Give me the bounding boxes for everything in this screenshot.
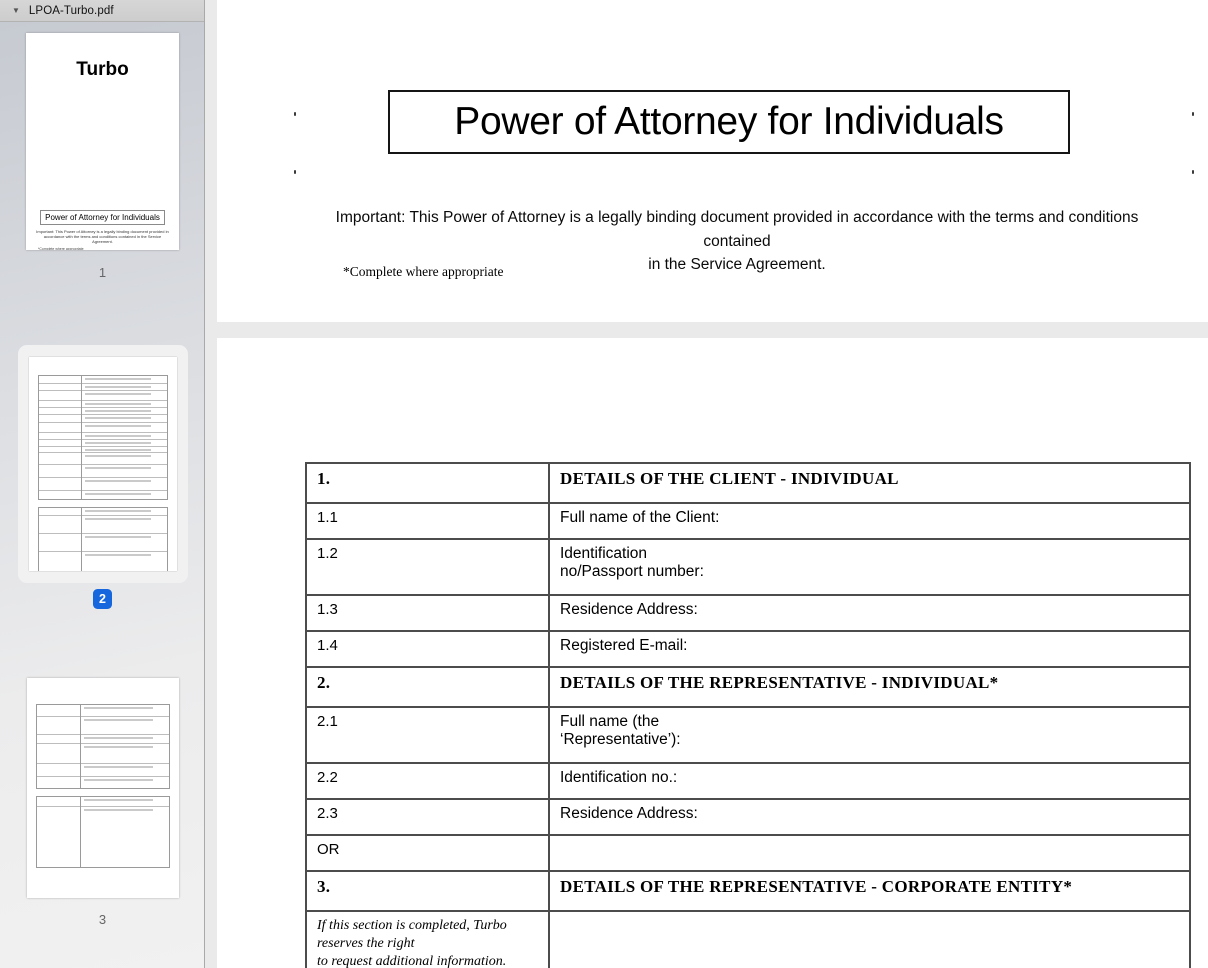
details-table: 1.DETAILS OF THE CLIENT - INDIVIDUAL1.1F… [305, 462, 1191, 968]
row-number-cell: If this section is completed, Turbo rese… [306, 911, 549, 968]
thumbnail-mini-row [39, 378, 167, 384]
thumb-brand-text: Turbo [26, 59, 179, 81]
table-row: OR [306, 835, 1190, 871]
row-label-cell: Identification no/Passport number: [549, 539, 1190, 595]
table-row: 2.2Identification no.: [306, 763, 1190, 799]
thumb-title-box: Power of Attorney for Individuals [26, 207, 179, 225]
table-row: 2.3Residence Address: [306, 799, 1190, 835]
table-row: 1.1Full name of the Client: [306, 503, 1190, 539]
document-title: LPOA-Turbo.pdf [29, 5, 114, 17]
table-row: 2.1Full name (the ‘Representative’): [306, 707, 1190, 763]
table-row: If this section is completed, Turbo rese… [306, 911, 1190, 968]
row-label-cell: Residence Address: [549, 595, 1190, 631]
table-row: 3.DETAILS OF THE REPRESENTATIVE - CORPOR… [306, 871, 1190, 911]
row-number-cell: 3. [306, 871, 549, 911]
row-label-cell [549, 911, 1190, 968]
row-number-cell: 2.2 [306, 763, 549, 799]
thumbnail-mini-row [39, 403, 167, 408]
thumbnail-mini-row [39, 467, 167, 478]
stray-mark [1192, 170, 1194, 174]
thumbnail-mini-table [38, 375, 168, 500]
thumbnails-sidebar: ▼ LPOA-Turbo.pdf Turbo Power of Attorney… [0, 0, 205, 968]
disclosure-triangle-icon[interactable]: ▼ [12, 6, 20, 15]
table-row: 1.4Registered E-mail: [306, 631, 1190, 667]
complete-where-appropriate-note: *Complete where appropriate [343, 264, 503, 280]
thumbnail-mini-row [39, 455, 167, 465]
thumbnail-mini-row [39, 386, 167, 391]
thumbnail-mini-row [39, 480, 167, 491]
thumbnail-mini-row [39, 417, 167, 423]
row-number-cell: 2.1 [306, 707, 549, 763]
row-label-cell: Registered E-mail: [549, 631, 1190, 667]
page-2-thumbnail[interactable] [29, 357, 177, 571]
stray-mark [294, 112, 296, 116]
thumbnail-mini-row [37, 779, 169, 788]
row-label-cell: Full name (the ‘Representative’): [549, 707, 1190, 763]
thumb-important-text: Important: This Power of Attorney is a l… [36, 229, 170, 244]
page-3-thumbnail-group: 3 [0, 678, 205, 927]
pdf-page-1[interactable]: Power of Attorney for Individuals Import… [217, 0, 1208, 322]
row-number-cell: 1.4 [306, 631, 549, 667]
thumb-title-text: Power of Attorney for Individuals [40, 210, 165, 225]
thumbnail-mini-row [39, 536, 167, 552]
row-label-cell: Residence Address: [549, 799, 1190, 835]
page-1-thumbnail[interactable]: Turbo Power of Attorney for Individuals … [26, 33, 179, 250]
thumbnail-mini-table [36, 796, 170, 868]
row-label-cell: DETAILS OF THE REPRESENTATIVE - INDIVIDU… [549, 667, 1190, 707]
row-label-cell: Full name of the Client: [549, 503, 1190, 539]
thumb-note-text: *Complete where appropriate [38, 247, 179, 250]
row-number-cell: 1.2 [306, 539, 549, 595]
thumbnail-mini-row [39, 510, 167, 516]
pdf-page-2[interactable]: 1.DETAILS OF THE CLIENT - INDIVIDUAL1.1F… [217, 338, 1208, 968]
page-2-thumbnail-group: 2 [0, 345, 205, 609]
row-label-cell [549, 835, 1190, 871]
thumbnail-mini-row [37, 719, 169, 735]
table-row: 1.DETAILS OF THE CLIENT - INDIVIDUAL [306, 463, 1190, 503]
row-number-cell: 2. [306, 667, 549, 707]
page-3-thumbnail[interactable] [27, 678, 179, 898]
thumbnail-mini-row [39, 410, 167, 415]
page-number-label: 3 [0, 912, 205, 927]
document-title-box: Power of Attorney for Individuals [388, 90, 1070, 154]
row-number-cell: 2.3 [306, 799, 549, 835]
row-number-cell: 1.1 [306, 503, 549, 539]
document-main-title: Power of Attorney for Individuals [454, 100, 1003, 143]
table-row: 1.3Residence Address: [306, 595, 1190, 631]
selected-thumbnail-highlight [18, 345, 188, 583]
thumbnail-mini-row [37, 809, 169, 867]
page-1-thumbnail-group: Turbo Power of Attorney for Individuals … [0, 33, 205, 280]
row-label-cell: DETAILS OF THE CLIENT - INDIVIDUAL [549, 463, 1190, 503]
pdf-viewer-window: ▼ LPOA-Turbo.pdf Turbo Power of Attorney… [0, 0, 1208, 968]
thumbnail-mini-row [39, 442, 167, 447]
thumbnail-mini-row [39, 435, 167, 440]
thumbnail-mini-table [36, 704, 170, 789]
selected-page-number-badge: 2 [93, 589, 112, 609]
sidebar-header: ▼ LPOA-Turbo.pdf [0, 0, 204, 22]
thumbnail-mini-row [39, 449, 167, 453]
thumbnail-mini-row [37, 737, 169, 744]
document-view[interactable]: Power of Attorney for Individuals Import… [205, 0, 1208, 968]
table-row: 1.2Identification no/Passport number: [306, 539, 1190, 595]
row-number-cell: OR [306, 835, 549, 871]
row-label-cell: Identification no.: [549, 763, 1190, 799]
row-number-cell: 1. [306, 463, 549, 503]
thumbnail-mini-row [39, 393, 167, 401]
thumbnail-mini-row [37, 766, 169, 777]
thumbnail-mini-table [38, 507, 168, 571]
page-number-label: 1 [0, 265, 205, 280]
row-number-cell: 1.3 [306, 595, 549, 631]
row-label-cell: DETAILS OF THE REPRESENTATIVE - CORPORAT… [549, 871, 1190, 911]
stray-mark [294, 170, 296, 174]
thumbnail-mini-row [37, 746, 169, 764]
thumbnail-mini-row [39, 493, 167, 499]
thumbnail-mini-row [39, 425, 167, 433]
thumbnail-mini-row [37, 707, 169, 717]
thumbnail-mini-row [39, 554, 167, 571]
thumbnail-mini-row [39, 518, 167, 534]
stray-mark [1192, 112, 1194, 116]
thumbnail-mini-row [37, 799, 169, 807]
table-row: 2.DETAILS OF THE REPRESENTATIVE - INDIVI… [306, 667, 1190, 707]
